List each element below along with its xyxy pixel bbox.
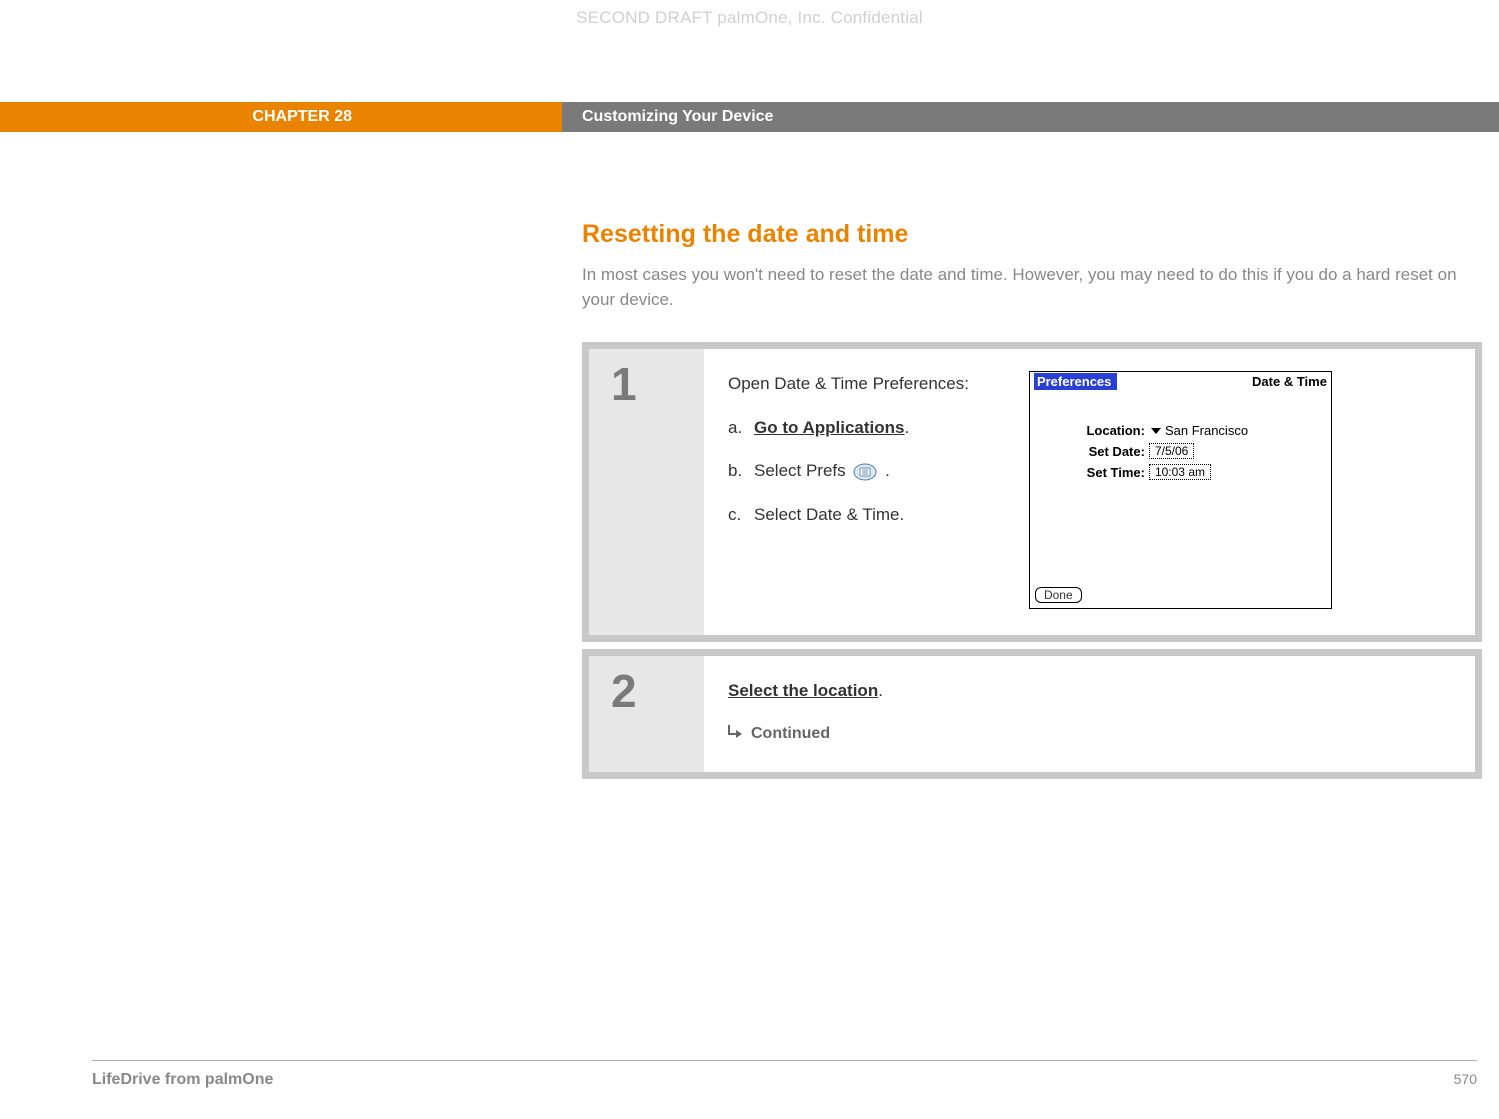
- substep-marker: a.: [728, 415, 754, 441]
- palm-row-set-date: Set Date: 7/5/06: [1040, 443, 1321, 459]
- step-number-cell: 1: [589, 349, 704, 635]
- section-intro: In most cases you won't need to reset th…: [582, 263, 1482, 312]
- substep-c: c. Select Date & Time.: [728, 502, 969, 528]
- palm-label-location: Location:: [1040, 423, 1145, 438]
- step-number: 2: [611, 668, 682, 714]
- continued-indicator: Continued: [728, 722, 883, 746]
- palm-value-set-date[interactable]: 7/5/06: [1149, 443, 1194, 459]
- substep-rest: .: [904, 418, 909, 437]
- step-lead: Open Date & Time Preferences:: [728, 371, 969, 397]
- continued-label: Continued: [751, 722, 830, 746]
- step-block-2: 2 Select the location. Continued: [582, 649, 1482, 779]
- section-title: Resetting the date and time: [582, 220, 1482, 249]
- chapter-header-bar: CHAPTER 28 Customizing Your Device: [0, 102, 1499, 132]
- palm-value-set-time[interactable]: 10:03 am: [1149, 464, 1211, 480]
- page-number: 570: [1454, 1071, 1477, 1089]
- step-number-cell: 2: [589, 656, 704, 772]
- substep-marker: c.: [728, 502, 754, 528]
- main-content: Resetting the date and time In most case…: [582, 220, 1482, 786]
- go-to-applications-link[interactable]: Go to Applications: [754, 418, 904, 437]
- substep-b: b. Select Prefs .: [728, 458, 969, 484]
- substep-text: Select Date & Time.: [754, 502, 904, 528]
- footer: LifeDrive from palmOne 570: [92, 1071, 1477, 1089]
- substep-a: a. Go to Applications.: [728, 415, 969, 441]
- palm-row-location: Location: San Francisco: [1040, 423, 1321, 438]
- palm-title-right: Date & Time: [1252, 374, 1327, 389]
- palm-title-left: Preferences: [1034, 373, 1117, 390]
- substep-text-pre: Select Prefs: [754, 461, 850, 480]
- step2-rest: .: [878, 681, 883, 700]
- chevron-down-icon[interactable]: [1151, 423, 1161, 438]
- palm-label-set-date: Set Date:: [1040, 444, 1145, 459]
- arrow-down-right-icon: [728, 722, 743, 746]
- step-number: 1: [611, 361, 682, 407]
- footer-product: LifeDrive from palmOne: [92, 1071, 273, 1089]
- step-content: Open Date & Time Preferences: a. Go to A…: [704, 349, 1475, 635]
- select-location-link[interactable]: Select the location: [728, 681, 878, 700]
- watermark-text: SECOND DRAFT palmOne, Inc. Confidential: [576, 8, 923, 28]
- substep-marker: b.: [728, 458, 754, 484]
- step-block-1: 1 Open Date & Time Preferences: a. Go to…: [582, 342, 1482, 642]
- step-content: Select the location. Continued: [704, 656, 1475, 772]
- substep-text-post: .: [885, 461, 890, 480]
- palm-label-set-time: Set Time:: [1040, 465, 1145, 480]
- palm-screenshot: Preferences Date & Time Location: San Fr…: [1029, 371, 1332, 609]
- chapter-title: Customizing Your Device: [562, 102, 1499, 132]
- palm-row-set-time: Set Time: 10:03 am: [1040, 464, 1321, 480]
- palm-value-location[interactable]: San Francisco: [1165, 423, 1248, 438]
- footer-rule: [92, 1060, 1477, 1061]
- chapter-number: CHAPTER 28: [0, 102, 562, 132]
- prefs-icon: [853, 463, 877, 481]
- done-button[interactable]: Done: [1035, 587, 1082, 603]
